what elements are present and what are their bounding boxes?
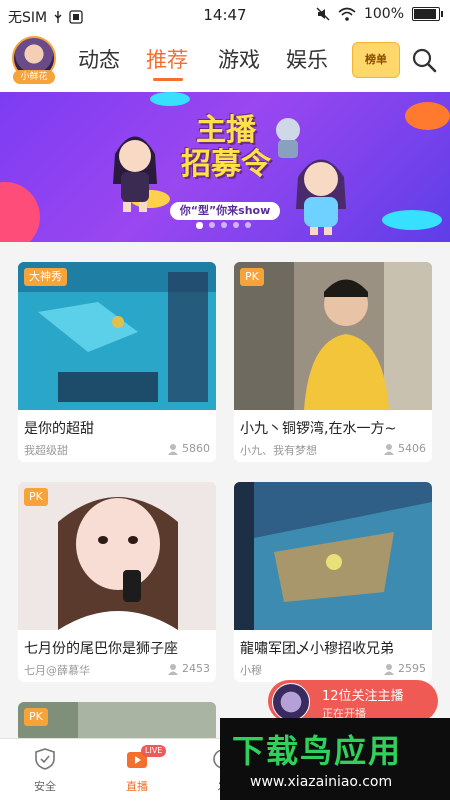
card-tag: 大神秀 <box>24 268 67 286</box>
status-right: 100% <box>316 6 443 22</box>
stream-card[interactable]: PK <box>18 702 216 742</box>
banner-title: 主播 招募令 <box>166 114 286 182</box>
watermark-logo: 下载鸟应用 <box>232 732 403 770</box>
viewer-icon <box>384 443 394 455</box>
stream-thumbnail <box>234 482 432 630</box>
stream-card[interactable]: 大神秀 是你的超甜 我超级甜 5860 <box>18 262 216 462</box>
stream-card[interactable]: PK 小九丶铜锣湾,在水一方~ 小九、我有梦想 5406 <box>234 262 432 462</box>
watermark: 下载鸟应用 www.xiazainiao.com <box>220 718 450 800</box>
mute-icon <box>316 7 330 21</box>
cartoon-girl-left <box>113 136 157 212</box>
pager-dot[interactable] <box>196 222 203 229</box>
promo-banner[interactable]: 主播 招募令 你“型”你来show <box>0 92 450 242</box>
nav-security[interactable]: 安全 <box>15 747 75 794</box>
search-icon[interactable] <box>410 46 438 74</box>
card-title: 小九丶铜锣湾,在水一方~ <box>240 421 397 437</box>
card-author: 我超级甜 <box>24 444 68 457</box>
follow-avatar <box>272 683 310 721</box>
avatar-tag: 小鲜花 <box>13 70 55 84</box>
wifi-icon <box>338 7 356 21</box>
banner-subtitle: 你“型”你来show <box>170 202 280 220</box>
tab-youxi[interactable]: 游戏 <box>218 44 260 74</box>
banner-blob <box>0 182 40 242</box>
tab-tuijian[interactable]: 推荐 <box>146 44 188 74</box>
viewer-icon <box>168 663 178 675</box>
stream-card[interactable]: PK 七月份的尾巴你是狮子座 七月@薛慕华 2453 <box>18 482 216 682</box>
card-title: 龍嘯军团乄小穆招收兄弟 <box>240 641 394 657</box>
viewer-icon <box>168 443 178 455</box>
battery-text: 100% <box>363 6 404 22</box>
card-title: 是你的超甜 <box>24 421 94 437</box>
status-bar: 无SIM 14:47 100% <box>0 0 450 30</box>
followed-streamers-pill[interactable]: 12位关注主播 正在开播 <box>268 680 438 722</box>
battery-fill <box>414 9 436 19</box>
pager-dot[interactable] <box>233 222 239 228</box>
live-badge: LIVE <box>141 745 167 757</box>
follow-text: 12位关注主播 <box>322 689 404 704</box>
banner-title-line2: 招募令 <box>181 147 271 182</box>
tab-dongtai[interactable]: 动态 <box>78 44 120 74</box>
nav-live[interactable]: LIVE 直播 <box>107 745 167 794</box>
watermark-url: www.xiazainiao.com <box>250 774 393 790</box>
banner-blob <box>150 92 190 106</box>
pager-dot[interactable] <box>245 222 251 228</box>
viewer-count: 2453 <box>167 662 210 675</box>
tab-yule[interactable]: 娱乐 <box>286 44 328 74</box>
banner-title-line1: 主播 <box>196 113 256 148</box>
rank-button[interactable]: 榜单 <box>352 42 400 78</box>
viewer-count-text: 2595 <box>398 662 426 675</box>
top-nav: 小鲜花 动态 推荐 游戏 娱乐 榜单 <box>0 30 450 92</box>
banner-blob <box>405 102 450 130</box>
viewer-icon <box>384 663 394 675</box>
card-tag: PK <box>24 488 48 506</box>
pager-dot[interactable] <box>209 222 215 228</box>
card-title: 七月份的尾巴你是狮子座 <box>24 641 178 657</box>
viewer-count-text: 5860 <box>182 442 210 455</box>
viewer-count: 2595 <box>383 662 426 675</box>
nav-security-label: 安全 <box>34 780 56 793</box>
card-author: 七月@薛慕华 <box>24 664 90 677</box>
nav-live-label: 直播 <box>126 780 148 793</box>
viewer-count-text: 2453 <box>182 662 210 675</box>
viewer-count-text: 5406 <box>398 442 426 455</box>
pager-dot[interactable] <box>221 222 227 228</box>
card-author: 小穆 <box>240 664 262 677</box>
banner-pager[interactable] <box>196 222 251 229</box>
card-tag: PK <box>240 268 264 286</box>
shield-icon <box>35 748 55 770</box>
viewer-count: 5406 <box>383 442 426 455</box>
active-tab-underline <box>153 78 183 81</box>
card-author: 小九、我有梦想 <box>240 444 317 457</box>
viewer-count: 5860 <box>167 442 210 455</box>
battery-icon <box>412 7 443 21</box>
stream-card[interactable]: 龍嘯军团乄小穆招收兄弟 小穆 2595 <box>234 482 432 682</box>
banner-blob <box>382 210 442 230</box>
card-tag: PK <box>24 708 48 726</box>
